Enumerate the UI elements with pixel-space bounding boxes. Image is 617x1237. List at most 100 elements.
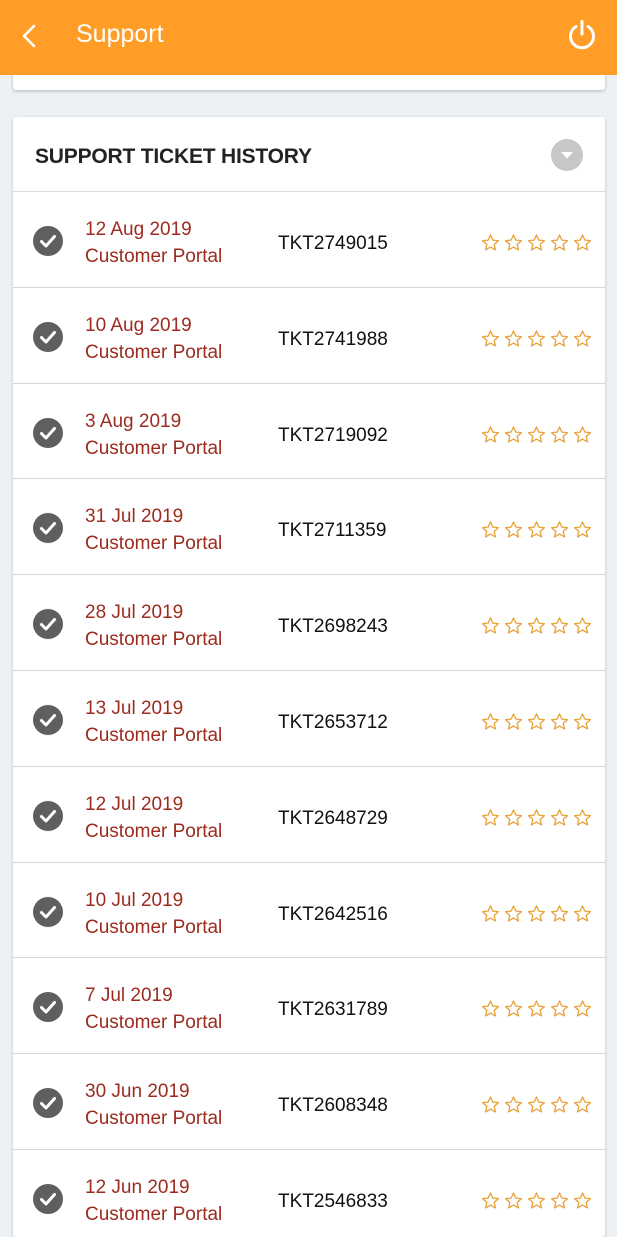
star-outline-icon[interactable] xyxy=(481,712,500,731)
star-outline-icon[interactable] xyxy=(481,999,500,1018)
star-outline-icon[interactable] xyxy=(504,712,523,731)
star-outline-icon[interactable] xyxy=(550,712,569,731)
check-circle-icon xyxy=(33,896,65,929)
star-outline-icon[interactable] xyxy=(573,1191,592,1210)
star-outline-icon[interactable] xyxy=(550,808,569,827)
ticket-source: Customer Portal xyxy=(85,916,223,938)
star-outline-icon[interactable] xyxy=(550,1191,569,1210)
star-outline-icon[interactable] xyxy=(504,808,523,827)
ticket-row[interactable]: 28 Jul 2019 Customer Portal TKT2698243 xyxy=(13,575,605,671)
ticket-date: 10 Jul 2019 xyxy=(85,889,184,911)
star-outline-icon[interactable] xyxy=(504,904,523,923)
star-outline-icon[interactable] xyxy=(481,1095,500,1114)
star-outline-icon[interactable] xyxy=(504,233,523,252)
rating-stars xyxy=(481,329,592,348)
ticket-id: TKT2711359 xyxy=(278,520,387,542)
star-outline-icon[interactable] xyxy=(527,616,546,635)
ticket-date: 3 Aug 2019 xyxy=(85,410,182,432)
check-circle-icon xyxy=(33,704,65,737)
ticket-list: 12 Aug 2019 Customer Portal TKT2749015 10 A… xyxy=(13,192,605,1237)
star-outline-icon[interactable] xyxy=(481,520,500,539)
star-outline-icon[interactable] xyxy=(573,329,592,348)
check-circle-icon xyxy=(33,417,65,450)
ticket-date: 12 Jun 2019 xyxy=(85,1176,190,1198)
star-outline-icon[interactable] xyxy=(527,904,546,923)
star-outline-icon[interactable] xyxy=(527,999,546,1018)
star-outline-icon[interactable] xyxy=(550,520,569,539)
ticket-date: 28 Jul 2019 xyxy=(85,602,184,624)
star-outline-icon[interactable] xyxy=(504,1191,523,1210)
star-outline-icon[interactable] xyxy=(504,425,523,444)
star-outline-icon[interactable] xyxy=(481,1191,500,1210)
ticket-id: TKT2741988 xyxy=(278,328,388,350)
star-outline-icon[interactable] xyxy=(573,1095,592,1114)
star-outline-icon[interactable] xyxy=(481,904,500,923)
ticket-source: Customer Portal xyxy=(85,629,223,651)
star-outline-icon[interactable] xyxy=(573,520,592,539)
ticket-source: Customer Portal xyxy=(85,1203,223,1225)
star-outline-icon[interactable] xyxy=(504,616,523,635)
star-outline-icon[interactable] xyxy=(481,808,500,827)
star-outline-icon[interactable] xyxy=(504,520,523,539)
star-outline-icon[interactable] xyxy=(527,1095,546,1114)
star-outline-icon[interactable] xyxy=(527,425,546,444)
chevron-left-icon[interactable] xyxy=(14,18,44,54)
app-bar: Support xyxy=(0,0,617,75)
ticket-date: 10 Aug 2019 xyxy=(85,314,192,336)
star-outline-icon[interactable] xyxy=(573,999,592,1018)
star-outline-icon[interactable] xyxy=(527,712,546,731)
ticket-row[interactable]: 30 Jun 2019 Customer Portal TKT2608348 xyxy=(13,1054,605,1150)
star-outline-icon[interactable] xyxy=(504,999,523,1018)
star-outline-icon[interactable] xyxy=(550,904,569,923)
star-outline-icon[interactable] xyxy=(550,1095,569,1114)
ticket-row[interactable]: 10 Aug 2019 Customer Portal TKT2741988 xyxy=(13,288,605,384)
star-outline-icon[interactable] xyxy=(573,616,592,635)
star-outline-icon[interactable] xyxy=(504,1095,523,1114)
star-outline-icon[interactable] xyxy=(573,808,592,827)
ticket-row[interactable]: 10 Jul 2019 Customer Portal TKT2642516 xyxy=(13,863,605,959)
star-outline-icon[interactable] xyxy=(527,1191,546,1210)
ticket-source: Customer Portal xyxy=(85,341,223,363)
star-outline-icon[interactable] xyxy=(504,329,523,348)
star-outline-icon[interactable] xyxy=(550,999,569,1018)
check-circle-icon xyxy=(33,992,65,1024)
check-circle-icon xyxy=(33,513,65,545)
rating-stars xyxy=(481,1095,592,1114)
ticket-row[interactable]: 12 Aug 2019 Customer Portal TKT2749015 xyxy=(13,192,605,288)
ticket-row[interactable]: 3 Aug 2019 Customer Portal TKT2719092 xyxy=(13,384,605,480)
star-outline-icon[interactable] xyxy=(481,425,500,444)
ticket-row[interactable]: 12 Jun 2019 Customer Portal TKT2546833 xyxy=(13,1150,605,1237)
star-outline-icon[interactable] xyxy=(481,616,500,635)
star-outline-icon[interactable] xyxy=(527,329,546,348)
check-circle-icon xyxy=(33,321,65,354)
star-outline-icon[interactable] xyxy=(527,808,546,827)
rating-stars xyxy=(481,520,592,539)
star-outline-icon[interactable] xyxy=(550,233,569,252)
ticket-history-title: SUPPORT TICKET HISTORY xyxy=(35,145,312,168)
ticket-row[interactable]: 31 Jul 2019 Customer Portal TKT2711359 xyxy=(13,479,605,576)
star-outline-icon[interactable] xyxy=(573,233,592,252)
star-outline-icon[interactable] xyxy=(573,904,592,923)
rating-stars xyxy=(481,999,592,1018)
star-outline-icon[interactable] xyxy=(550,425,569,444)
ticket-row[interactable]: 13 Jul 2019 Customer Portal TKT2653712 xyxy=(13,671,605,767)
ticket-row[interactable]: 7 Jul 2019 Customer Portal TKT2631789 xyxy=(13,958,605,1055)
star-outline-icon[interactable] xyxy=(550,329,569,348)
ticket-id: TKT2719092 xyxy=(278,424,388,446)
ticket-row[interactable]: 12 Jul 2019 Customer Portal TKT2648729 xyxy=(13,767,605,863)
star-outline-icon[interactable] xyxy=(481,233,500,252)
ticket-id: TKT2631789 xyxy=(278,999,388,1021)
power-icon[interactable] xyxy=(565,18,599,52)
ticket-id: TKT2698243 xyxy=(278,616,388,638)
star-outline-icon[interactable] xyxy=(550,616,569,635)
star-outline-icon[interactable] xyxy=(573,712,592,731)
star-outline-icon[interactable] xyxy=(573,425,592,444)
rating-stars xyxy=(481,1191,592,1210)
ticket-history-header: SUPPORT TICKET HISTORY xyxy=(13,117,605,192)
check-circle-icon xyxy=(33,226,65,258)
star-outline-icon[interactable] xyxy=(527,520,546,539)
ticket-source: Customer Portal xyxy=(85,1012,223,1034)
star-outline-icon[interactable] xyxy=(527,233,546,252)
caret-down-icon[interactable] xyxy=(551,139,583,171)
star-outline-icon[interactable] xyxy=(481,329,500,348)
